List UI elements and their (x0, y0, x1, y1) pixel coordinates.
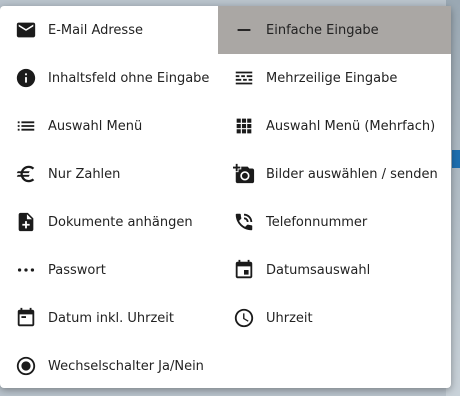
menu-item-label: Wechselschalter Ja/Nein (48, 358, 204, 374)
menu-item-label: Telefonnummer (266, 214, 368, 230)
info-icon (14, 66, 38, 90)
menu-item-label: Datumsauswahl (266, 262, 371, 278)
radio-icon (14, 354, 38, 378)
menu-item-multiline[interactable]: Mehrzeilige Eingabe (218, 54, 451, 102)
menu-item-label: Passwort (48, 262, 106, 278)
add-camera-icon (232, 162, 256, 186)
multiline-icon (232, 66, 256, 90)
field-type-menu: E-Mail Adresse Einfache Eingabe Inhaltsf… (0, 6, 451, 388)
menu-item-simple-input[interactable]: Einfache Eingabe (218, 6, 451, 54)
minus-icon (232, 18, 256, 42)
menu-item-label: Einfache Eingabe (266, 22, 379, 38)
menu-item-label: Bilder auswählen / senden (266, 166, 438, 182)
menu-item-label: Datum inkl. Uhrzeit (48, 310, 174, 326)
background-accent (452, 150, 460, 168)
menu-item-numbers[interactable]: Nur Zahlen (0, 150, 218, 198)
menu-item-label: E-Mail Adresse (48, 22, 143, 38)
menu-item-email[interactable]: E-Mail Adresse (0, 6, 218, 54)
grid-icon (232, 114, 256, 138)
menu-item-label: Dokumente anhängen (48, 214, 193, 230)
menu-item-date[interactable]: Datumsauswahl (218, 246, 451, 294)
menu-item-documents[interactable]: Dokumente anhängen (0, 198, 218, 246)
list-icon (14, 114, 38, 138)
menu-item-select[interactable]: Auswahl Menü (0, 102, 218, 150)
add-document-icon (14, 210, 38, 234)
menu-item-label: Mehrzeilige Eingabe (266, 70, 398, 86)
menu-item-toggle[interactable]: Wechselschalter Ja/Nein (0, 342, 218, 390)
menu-item-images[interactable]: Bilder auswählen / senden (218, 150, 451, 198)
dots-icon (14, 258, 38, 282)
menu-item-label: Uhrzeit (266, 310, 313, 326)
menu-item-time[interactable]: Uhrzeit (218, 294, 451, 342)
menu-item-label: Inhaltsfeld ohne Eingabe (48, 70, 210, 86)
phone-icon (232, 210, 256, 234)
euro-icon (14, 162, 38, 186)
menu-item-multi-select[interactable]: Auswahl Menü (Mehrfach) (218, 102, 451, 150)
calendar-icon (232, 258, 256, 282)
menu-item-info-field[interactable]: Inhaltsfeld ohne Eingabe (0, 54, 218, 102)
menu-item-password[interactable]: Passwort (0, 246, 218, 294)
email-icon (14, 18, 38, 42)
clock-icon (232, 306, 256, 330)
menu-item-label: Auswahl Menü (48, 118, 143, 134)
menu-item-datetime[interactable]: Datum inkl. Uhrzeit (0, 294, 218, 342)
menu-item-label: Nur Zahlen (48, 166, 121, 182)
menu-item-phone[interactable]: Telefonnummer (218, 198, 451, 246)
calendar-outline-icon (14, 306, 38, 330)
menu-item-label: Auswahl Menü (Mehrfach) (266, 118, 436, 134)
